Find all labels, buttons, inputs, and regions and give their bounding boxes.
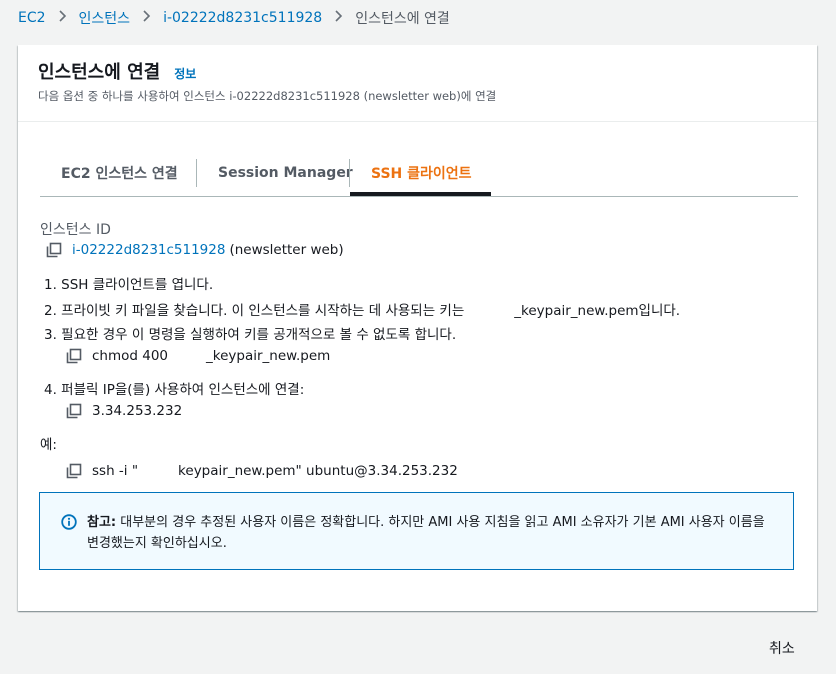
copy-icon[interactable]: [66, 463, 82, 479]
instance-id-row: i-02222d8231c511928 (newsletter web): [46, 242, 344, 258]
chevron-right-icon: [334, 10, 343, 26]
tab-divider: [196, 159, 197, 187]
info-link[interactable]: 정보: [174, 65, 196, 82]
connect-card: 인스턴스에 연결 정보 다음 옵션 중 하나를 사용하여 인스턴스 i-0222…: [18, 45, 817, 611]
chmod-command: chmod 400: [92, 348, 169, 364]
tab-session-manager[interactable]: Session Manager: [218, 151, 353, 195]
step-3: 3. 필요한 경우 이 명령을 실행하여 키를 공개적으로 볼 수 없도록 합니…: [44, 327, 457, 343]
chevron-right-icon: [142, 10, 151, 26]
breadcrumb-instance-id[interactable]: i-02222d8231c511928: [163, 10, 322, 26]
connection-tabs: EC2 인스턴스 연결 Session Manager SSH 클라이언트: [40, 151, 798, 197]
info-alert: 참고: 대부분의 경우 추정된 사용자 이름은 정확합니다. 하지만 AMI 사…: [39, 492, 794, 570]
copy-icon[interactable]: [66, 403, 82, 419]
alert-message: 대부분의 경우 추정된 사용자 이름은 정확합니다. 하지만 AMI 사용 지침…: [87, 515, 765, 551]
card-header: 인스턴스에 연결 정보 다음 옵션 중 하나를 사용하여 인스턴스 i-0222…: [18, 45, 817, 122]
example-label: 예:: [40, 437, 57, 453]
breadcrumb-instances[interactable]: 인스턴스: [79, 8, 131, 28]
title-row: 인스턴스에 연결 정보: [38, 58, 196, 84]
ssh-command-rest: keypair_new.pem" ubuntu@3.34.253.232: [178, 463, 458, 479]
instance-name: (newsletter web): [229, 242, 344, 258]
step-4: 4. 퍼블릭 IP을(를) 사용하여 인스턴스에 연결:: [44, 382, 305, 398]
tab-ec2-instance-connect[interactable]: EC2 인스턴스 연결: [61, 151, 178, 195]
breadcrumb-current: 인스턴스에 연결: [355, 11, 450, 27]
public-ip-row: 3.34.253.232: [66, 403, 182, 419]
ssh-command-row: ssh -i " keypair_new.pem" ubuntu@3.34.253…: [66, 463, 458, 479]
tab-ssh-client[interactable]: SSH 클라이언트: [371, 151, 472, 195]
step-2-keyfile: _keypair_new.pem입니다.: [514, 303, 681, 319]
ssh-command: ssh -i ": [92, 463, 139, 479]
breadcrumb: EC2 인스턴스 i-02222d8231c511928 인스턴스에 연결: [18, 8, 450, 28]
copy-icon[interactable]: [66, 348, 82, 364]
chmod-keyfile: _keypair_new.pem: [206, 348, 331, 364]
info-circle-icon: [61, 514, 77, 530]
page-description: 다음 옵션 중 하나를 사용하여 인스턴스 i-02222d8231c51192…: [38, 89, 497, 103]
breadcrumb-ec2[interactable]: EC2: [18, 10, 46, 26]
step-2-text: 2. 프라이빗 키 파일을 찾습니다. 이 인스턴스를 시작하는 데 사용되는 …: [44, 303, 465, 319]
public-ip: 3.34.253.232: [92, 403, 183, 419]
step-1: 1. SSH 클라이언트를 엽니다.: [44, 277, 214, 293]
step-2: 2. 프라이빗 키 파일을 찾습니다. 이 인스턴스를 시작하는 데 사용되는 …: [44, 299, 680, 319]
alert-text: 참고: 대부분의 경우 추정된 사용자 이름은 정확합니다. 하지만 AMI 사…: [87, 512, 777, 554]
instance-id-label: 인스턴스 ID: [40, 222, 111, 238]
alert-title: 참고:: [87, 515, 117, 530]
page-title: 인스턴스에 연결: [38, 62, 161, 83]
cancel-button[interactable]: 취소: [769, 638, 795, 658]
chmod-command-row: chmod 400 _keypair_new.pem: [66, 348, 330, 364]
instance-id-link[interactable]: i-02222d8231c511928: [72, 242, 225, 258]
tab-divider: [349, 159, 350, 187]
active-tab-indicator: [350, 192, 491, 196]
chevron-right-icon: [58, 10, 67, 26]
copy-icon[interactable]: [46, 242, 62, 258]
